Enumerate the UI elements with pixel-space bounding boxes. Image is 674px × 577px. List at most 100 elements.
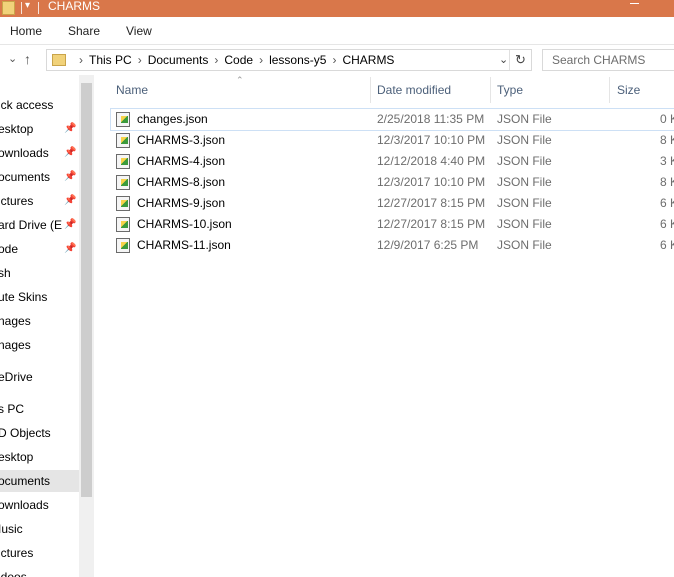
chevron-right-icon: › — [137, 53, 142, 67]
sidebar-item-documents[interactable]: ocuments 📌 — [0, 166, 79, 188]
quick-access-dropdown-icon[interactable]: ▾ — [25, 0, 30, 11]
column-header-size[interactable]: Size — [617, 83, 640, 97]
tab-view[interactable]: View — [126, 24, 152, 38]
sidebar-item-label: D Objects — [0, 426, 51, 440]
file-size: 6 K — [660, 238, 674, 252]
file-name: CHARMS-8.json — [137, 175, 226, 189]
sidebar-item-quick-access[interactable]: ick access — [0, 94, 79, 116]
file-type: JSON File — [497, 133, 552, 147]
recent-locations-icon[interactable]: ⌄ — [8, 52, 17, 65]
file-name: CHARMS-11.json — [137, 238, 231, 252]
file-size: 8 K — [660, 175, 674, 189]
column-divider[interactable] — [490, 77, 491, 103]
column-divider[interactable] — [370, 77, 371, 103]
pin-icon: 📌 — [64, 243, 77, 254]
sidebar-item-images-1[interactable]: nages — [0, 310, 79, 332]
file-type: JSON File — [497, 175, 552, 189]
sidebar-item-label: ute Skins — [0, 290, 48, 304]
sidebar-item-label: sh — [0, 266, 11, 280]
divider — [21, 2, 22, 14]
sidebar-item-pictures[interactable]: ictures 📌 — [0, 190, 79, 212]
file-row[interactable]: CHARMS-11.json 12/9/2017 6:25 PM JSON Fi… — [111, 235, 674, 256]
sidebar-item-label: ode — [0, 242, 19, 256]
sidebar-item-onedrive[interactable]: eDrive — [0, 366, 79, 388]
file-type: JSON File — [497, 217, 552, 231]
sidebar-item-3d-objects[interactable]: D Objects — [0, 422, 79, 444]
refresh-icon[interactable]: ↻ — [515, 52, 526, 68]
tab-home[interactable]: Home — [10, 24, 42, 38]
file-type: JSON File — [497, 238, 552, 252]
pin-icon: 📌 — [64, 219, 77, 230]
breadcrumb-code[interactable]: Code — [224, 53, 253, 67]
sort-ascending-icon: ⌃ — [236, 75, 244, 85]
file-date: 12/9/2017 6:25 PM — [377, 238, 479, 252]
sidebar-item-label: esktop — [0, 122, 34, 136]
file-date: 12/27/2017 8:15 PM — [377, 217, 486, 231]
json-file-icon — [116, 217, 130, 232]
file-type: JSON File — [497, 154, 552, 168]
file-row[interactable]: CHARMS-4.json 12/12/2018 4:40 PM JSON Fi… — [111, 151, 674, 172]
sidebar-item-documents-pc[interactable]: ocuments — [0, 470, 79, 492]
file-row[interactable]: CHARMS-10.json 12/27/2017 8:15 PM JSON F… — [111, 214, 674, 235]
ribbon: Home Share View — [0, 17, 674, 45]
sidebar-item-pictures-pc[interactable]: ictures — [0, 542, 79, 564]
sidebar-item-label: ictures — [0, 194, 34, 208]
file-date: 12/27/2017 8:15 PM — [377, 196, 486, 210]
breadcrumb-this-pc[interactable]: This PC — [89, 53, 132, 67]
sidebar-item-label: ownloads — [0, 498, 49, 512]
sidebar-item-skins[interactable]: ute Skins — [0, 286, 79, 308]
file-date: 12/3/2017 10:10 PM — [377, 175, 486, 189]
file-name: changes.json — [137, 112, 208, 126]
breadcrumb-lessons-y5[interactable]: lessons-y5 — [269, 53, 326, 67]
tab-share[interactable]: Share — [68, 24, 100, 38]
chevron-right-icon: › — [332, 53, 337, 67]
column-header-date[interactable]: Date modified — [377, 83, 451, 97]
column-header-type[interactable]: Type — [497, 83, 523, 97]
breadcrumb: › This PC › Documents › Code › lessons-y5 › CHARM… — [73, 53, 394, 67]
sidebar-item-downloads[interactable]: ownloads 📌 — [0, 142, 79, 164]
sidebar-item-label: esktop — [0, 450, 34, 464]
minimize-icon[interactable] — [630, 3, 639, 4]
pin-icon: 📌 — [64, 123, 77, 134]
sidebar-item-videos[interactable]: ideos — [0, 566, 79, 577]
file-name: CHARMS-3.json — [137, 133, 226, 147]
address-dropdown-icon[interactable]: ⌄ — [499, 53, 508, 66]
address-bar[interactable]: › This PC › Documents › Code › lessons-y5 › CHARM… — [46, 49, 532, 71]
sidebar-item-desktop-pc[interactable]: esktop — [0, 446, 79, 468]
file-size: 6 K — [660, 196, 674, 210]
file-name: CHARMS-4.json — [137, 154, 226, 168]
sidebar-item-label: ocuments — [0, 474, 51, 488]
file-row[interactable]: CHARMS-8.json 12/3/2017 10:10 PM JSON Fi… — [111, 172, 674, 193]
column-header-name[interactable]: Name — [116, 83, 148, 97]
sidebar-item-desktop[interactable]: esktop 📌 — [0, 118, 79, 140]
sidebar-item-downloads-pc[interactable]: ownloads — [0, 494, 79, 516]
file-date: 12/3/2017 10:10 PM — [377, 133, 486, 147]
up-arrow-icon[interactable]: ↑ — [24, 51, 31, 67]
pin-icon: 📌 — [64, 195, 77, 206]
file-list: ⌃ Name Date modified Type Size changes.j… — [94, 75, 674, 577]
breadcrumb-documents[interactable]: Documents — [148, 53, 209, 67]
file-name: CHARMS-10.json — [137, 217, 232, 231]
json-file-icon — [116, 196, 130, 211]
sidebar-item-images-2[interactable]: nages — [0, 334, 79, 356]
sidebar-item-label: ocuments — [0, 170, 51, 184]
sidebar-item-music[interactable]: Iusic — [0, 518, 79, 540]
sidebar-scroll-thumb[interactable] — [81, 83, 92, 497]
file-size: 8 K — [660, 133, 674, 147]
file-row[interactable]: CHARMS-3.json 12/3/2017 10:10 PM JSON Fi… — [111, 130, 674, 151]
breadcrumb-charms[interactable]: CHARMS — [342, 53, 394, 67]
sidebar-item-this-pc[interactable]: s PC — [0, 398, 79, 420]
chevron-right-icon: › — [79, 53, 83, 67]
sidebar-item-label: ick access — [0, 98, 54, 112]
file-type: JSON File — [497, 196, 552, 210]
file-row[interactable]: CHARMS-9.json 12/27/2017 8:15 PM JSON Fi… — [111, 193, 674, 214]
file-row[interactable]: changes.json 2/25/2018 11:35 PM JSON Fil… — [110, 108, 674, 131]
sidebar-item-label: nages — [0, 314, 31, 328]
search-input[interactable]: Search CHARMS — [542, 49, 674, 71]
column-divider[interactable] — [609, 77, 610, 103]
file-size: 3 K — [660, 154, 674, 168]
sidebar-item-sh[interactable]: sh — [0, 262, 79, 284]
sidebar-item-code[interactable]: ode 📌 — [0, 238, 79, 260]
divider — [509, 50, 510, 70]
sidebar-item-hard-drive[interactable]: ard Drive (E 📌 — [0, 214, 79, 236]
